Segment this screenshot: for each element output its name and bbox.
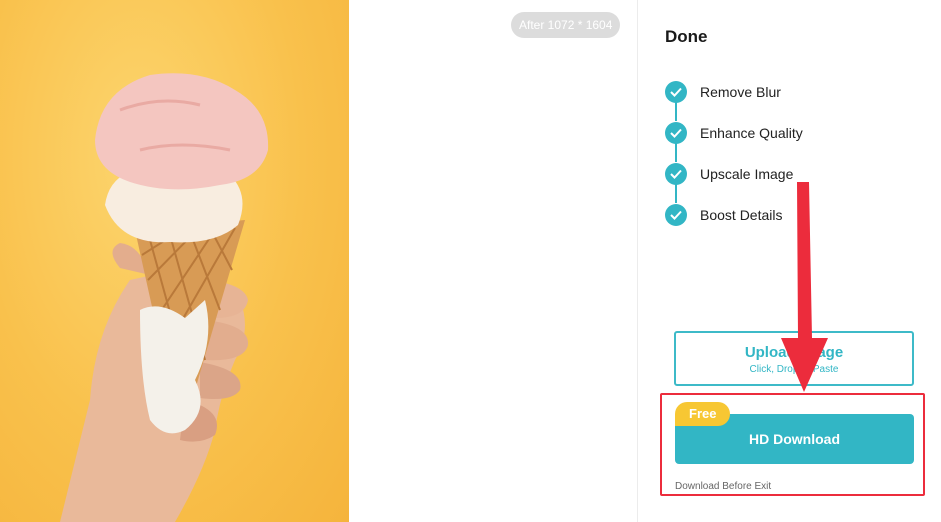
- app-root: After 1072 * 1604 Done Remove Blur Enhan…: [0, 0, 941, 522]
- upload-title: Upload Image: [744, 344, 844, 361]
- check-icon: [665, 204, 687, 226]
- panel-title: Done: [665, 27, 708, 46]
- step-connector: [675, 184, 677, 203]
- step-boost-details: Boost Details: [665, 203, 925, 244]
- check-icon: [665, 122, 687, 144]
- step-enhance-quality: Enhance Quality: [665, 121, 925, 162]
- step-label: Enhance Quality: [700, 125, 803, 141]
- step-upscale-image: Upscale Image: [665, 162, 925, 203]
- step-connector: [675, 143, 677, 162]
- step-remove-blur: Remove Blur: [665, 80, 925, 121]
- step-label: Boost Details: [700, 207, 783, 223]
- ice-cream-photo: [60, 73, 269, 522]
- step-label: Upscale Image: [700, 166, 794, 182]
- free-badge: Free: [675, 402, 731, 426]
- step-label: Remove Blur: [700, 84, 781, 100]
- size-badge: After 1072 * 1604: [511, 12, 621, 38]
- check-icon: [665, 81, 687, 103]
- download-note: Download Before Exit: [675, 481, 772, 492]
- original-photo: [0, 0, 349, 522]
- status-panel: Done Remove Blur Enhance Quality Upscale…: [638, 0, 941, 522]
- steps-list: Remove Blur Enhance Quality Upscale Imag…: [665, 80, 925, 244]
- step-connector: [675, 102, 677, 121]
- result-preview: After 1072 * 1604: [349, 0, 637, 522]
- upload-image-button[interactable]: Upload Image Click, Drop or Paste: [674, 331, 914, 386]
- check-icon: [665, 163, 687, 185]
- upload-subtitle: Click, Drop or Paste: [749, 364, 839, 375]
